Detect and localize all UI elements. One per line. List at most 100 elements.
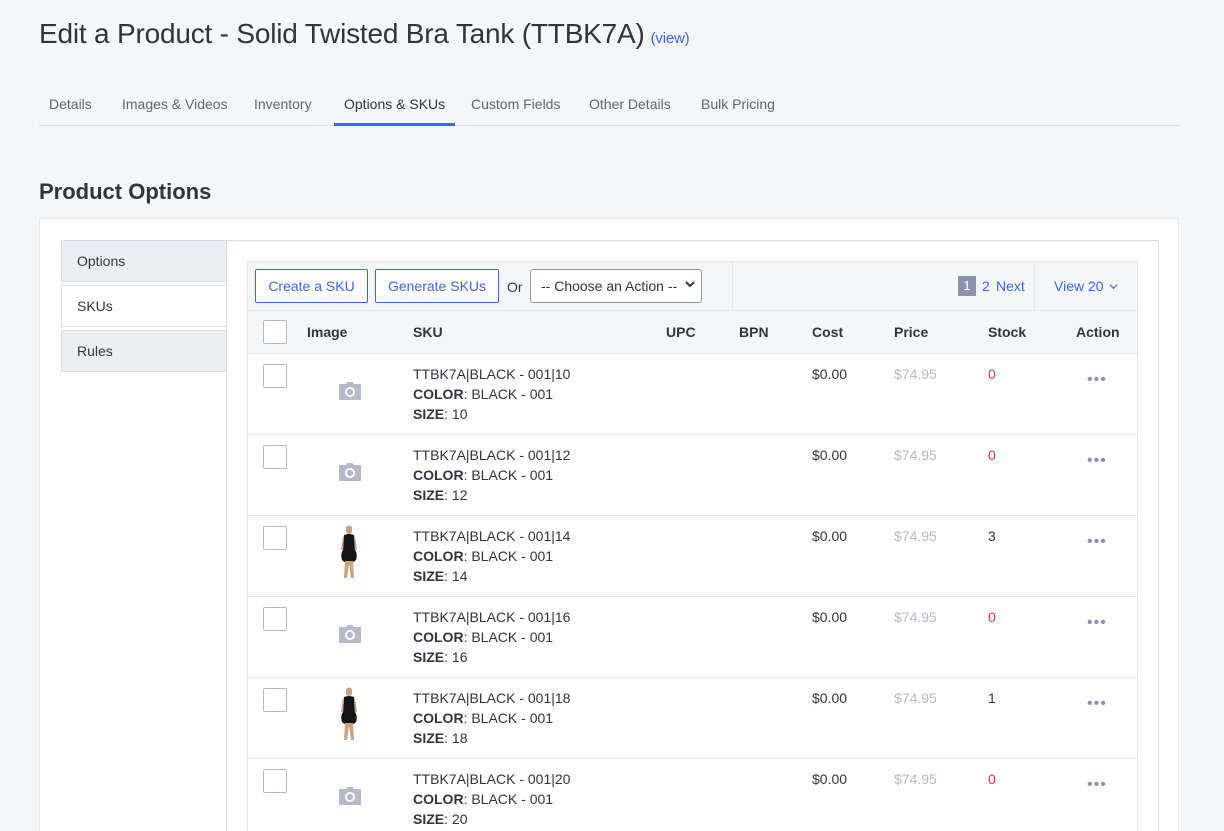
- chevron-down-icon: [1109, 284, 1118, 290]
- row-checkbox[interactable]: [263, 364, 287, 388]
- sku-price: $74.95: [894, 771, 937, 787]
- header-action: Action: [1076, 324, 1120, 340]
- sku-info: TTBK7A|BLACK - 001|16 COLOR: BLACK - 001…: [413, 607, 570, 667]
- generate-skus-button[interactable]: Generate SKUs: [375, 269, 499, 303]
- camera-icon[interactable]: [334, 376, 364, 406]
- table-header: Image SKU UPC BPN Cost Price Stock Actio…: [247, 311, 1138, 354]
- header-price[interactable]: Price: [894, 324, 928, 340]
- sku-size: SIZE: 16: [413, 649, 468, 665]
- sku-color: COLOR: BLACK - 001: [413, 386, 554, 402]
- header-upc: UPC: [666, 324, 696, 340]
- side-tab-rules[interactable]: Rules: [61, 330, 227, 372]
- sku-price: $74.95: [894, 447, 937, 463]
- sku-cost: $0.00: [812, 690, 848, 706]
- sku-stock: 0: [988, 366, 996, 382]
- camera-icon[interactable]: [334, 619, 364, 649]
- tab-inventory[interactable]: Inventory: [254, 84, 312, 126]
- sku-table: Image SKU UPC BPN Cost Price Stock Actio…: [247, 311, 1138, 831]
- sku-code[interactable]: TTBK7A|BLACK - 001|18: [413, 688, 570, 708]
- header-bpn: BPN: [739, 324, 769, 340]
- page-title: Edit a Product - Solid Twisted Bra Tank …: [39, 18, 690, 50]
- sku-size: SIZE: 18: [413, 730, 468, 746]
- sku-cost: $0.00: [812, 609, 848, 625]
- tab-images-videos[interactable]: Images & Videos: [122, 84, 228, 126]
- sku-price: $74.95: [894, 690, 937, 706]
- toolbar-divider: [732, 262, 733, 310]
- table-row: TTBK7A|BLACK - 001|14 COLOR: BLACK - 001…: [247, 516, 1138, 597]
- sku-stock: 0: [988, 771, 996, 787]
- view-per-page-label: View 20: [1054, 278, 1104, 294]
- toolbar-divider: [1034, 262, 1035, 310]
- row-checkbox[interactable]: [263, 688, 287, 712]
- side-tab-skus[interactable]: SKUs: [61, 285, 227, 327]
- sku-info: TTBK7A|BLACK - 001|10 COLOR: BLACK - 001…: [413, 364, 570, 424]
- sku-stock: 3: [988, 528, 996, 544]
- header-stock[interactable]: Stock: [988, 324, 1026, 340]
- row-checkbox[interactable]: [263, 526, 287, 550]
- header-sku[interactable]: SKU: [413, 324, 443, 340]
- table-row: TTBK7A|BLACK - 001|12 COLOR: BLACK - 001…: [247, 435, 1138, 516]
- row-checkbox[interactable]: [263, 769, 287, 793]
- tab-bulk-pricing[interactable]: Bulk Pricing: [701, 84, 775, 126]
- sku-color: COLOR: BLACK - 001: [413, 467, 554, 483]
- tab-other-details[interactable]: Other Details: [589, 84, 671, 126]
- camera-icon[interactable]: [334, 457, 364, 487]
- chevron-down-icon: [685, 278, 695, 292]
- row-checkbox[interactable]: [263, 607, 287, 631]
- sku-cost: $0.00: [812, 447, 848, 463]
- sku-code[interactable]: TTBK7A|BLACK - 001|20: [413, 769, 570, 789]
- view-link[interactable]: (view): [651, 30, 690, 47]
- camera-icon[interactable]: [334, 781, 364, 811]
- sku-cost: $0.00: [812, 771, 848, 787]
- table-row: TTBK7A|BLACK - 001|10 COLOR: BLACK - 001…: [247, 354, 1138, 435]
- side-tab-options[interactable]: Options: [61, 240, 227, 282]
- create-sku-button[interactable]: Create a SKU: [255, 269, 368, 303]
- row-checkbox[interactable]: [263, 445, 287, 469]
- more-actions-icon[interactable]: •••: [1087, 614, 1107, 632]
- sku-info: TTBK7A|BLACK - 001|12 COLOR: BLACK - 001…: [413, 445, 570, 505]
- product-tabs: Details Images & Videos Inventory Option…: [39, 84, 1180, 126]
- tab-custom-fields[interactable]: Custom Fields: [471, 84, 560, 126]
- sku-price: $74.95: [894, 528, 937, 544]
- sku-color: COLOR: BLACK - 001: [413, 791, 554, 807]
- next-page-link[interactable]: Next: [996, 278, 1025, 294]
- sku-color: COLOR: BLACK - 001: [413, 710, 554, 726]
- product-options-panel: Options SKUs Rules Create a SKU Generate…: [39, 218, 1179, 831]
- sku-stock: 1: [988, 690, 996, 706]
- more-actions-icon[interactable]: •••: [1087, 776, 1107, 794]
- product-thumbnail[interactable]: [334, 686, 364, 742]
- sku-price: $74.95: [894, 609, 937, 625]
- section-title: Product Options: [39, 179, 212, 204]
- sku-info: TTBK7A|BLACK - 001|20 COLOR: BLACK - 001…: [413, 769, 570, 829]
- sku-color: COLOR: BLACK - 001: [413, 629, 554, 645]
- page-2-link[interactable]: 2: [982, 278, 990, 294]
- sku-size: SIZE: 14: [413, 568, 468, 584]
- tab-options-skus[interactable]: Options & SKUs: [334, 84, 456, 126]
- sku-color: COLOR: BLACK - 001: [413, 548, 554, 564]
- sku-code[interactable]: TTBK7A|BLACK - 001|16: [413, 607, 570, 627]
- sku-stock: 0: [988, 609, 996, 625]
- sku-cost: $0.00: [812, 528, 848, 544]
- sku-code[interactable]: TTBK7A|BLACK - 001|14: [413, 526, 570, 546]
- sku-price: $74.95: [894, 366, 937, 382]
- action-select[interactable]: -- Choose an Action --: [530, 269, 702, 303]
- more-actions-icon[interactable]: •••: [1087, 452, 1107, 470]
- more-actions-icon[interactable]: •••: [1087, 533, 1107, 551]
- sku-size: SIZE: 10: [413, 406, 468, 422]
- product-thumbnail[interactable]: [334, 524, 364, 580]
- more-actions-icon[interactable]: •••: [1087, 695, 1107, 713]
- view-per-page-dropdown[interactable]: View 20: [1054, 278, 1118, 294]
- sku-size: SIZE: 20: [413, 811, 468, 827]
- sku-info: TTBK7A|BLACK - 001|18 COLOR: BLACK - 001…: [413, 688, 570, 748]
- select-all-checkbox[interactable]: [263, 320, 287, 344]
- sku-code[interactable]: TTBK7A|BLACK - 001|10: [413, 364, 570, 384]
- page-title-text: Edit a Product - Solid Twisted Bra Tank …: [39, 18, 645, 49]
- tab-details[interactable]: Details: [49, 84, 92, 126]
- sku-code[interactable]: TTBK7A|BLACK - 001|12: [413, 445, 570, 465]
- more-actions-icon[interactable]: •••: [1087, 371, 1107, 389]
- header-cost[interactable]: Cost: [812, 324, 843, 340]
- header-image: Image: [307, 324, 348, 340]
- action-select-value: -- Choose an Action --: [541, 278, 678, 294]
- sku-size: SIZE: 12: [413, 487, 468, 503]
- table-row: TTBK7A|BLACK - 001|20 COLOR: BLACK - 001…: [247, 759, 1138, 831]
